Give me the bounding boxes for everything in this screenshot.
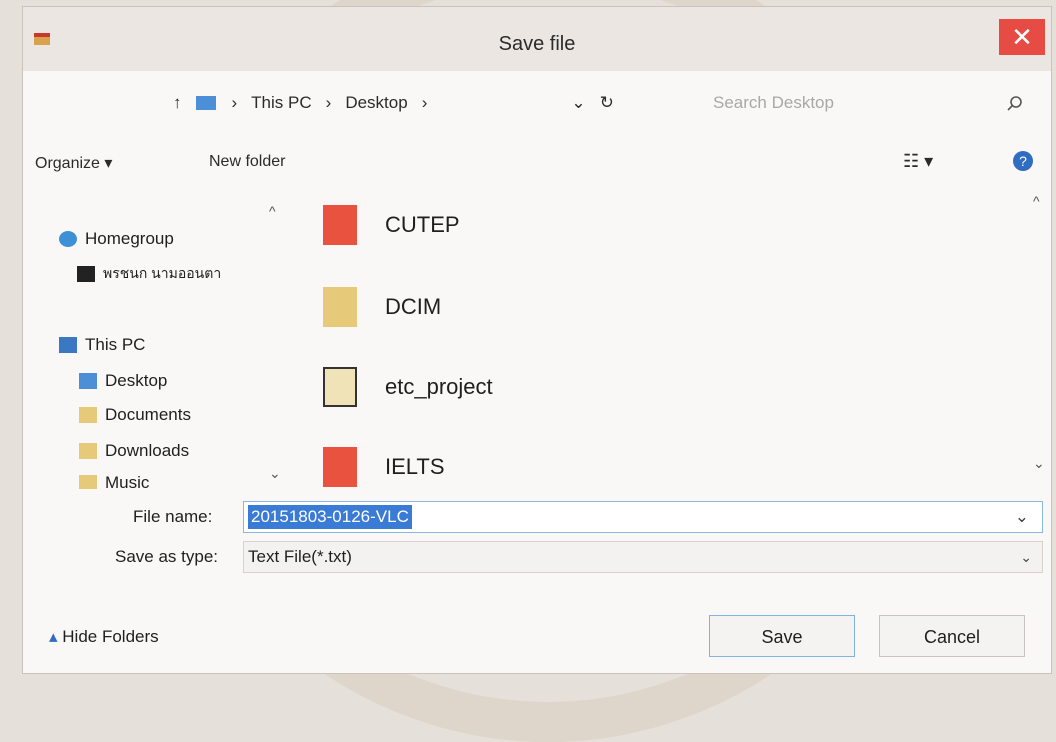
- nav-label: Music: [105, 473, 150, 489]
- close-button[interactable]: ✕: [999, 19, 1045, 55]
- help-icon[interactable]: ?: [1013, 151, 1033, 171]
- new-folder-button[interactable]: New folder: [209, 153, 285, 171]
- nav-label: Desktop: [105, 371, 168, 390]
- save-file-dialog: Save file ✕ ↑ › This PC › Desktop › ⌄ ↻ …: [22, 6, 1052, 674]
- nav-item-homegroup[interactable]: Homegroup: [59, 229, 174, 249]
- desktop-icon: [79, 373, 97, 389]
- file-list: CUTEP DCIM etc_project IELTS ^ ⌄: [323, 193, 1045, 493]
- list-item[interactable]: etc_project: [323, 367, 493, 407]
- hide-folders-button[interactable]: ▴ Hide Folders: [49, 627, 159, 647]
- nav-scroll-up-icon[interactable]: ^: [269, 203, 276, 219]
- nav-label: This PC: [85, 335, 146, 354]
- nav-label: Downloads: [105, 441, 190, 460]
- nav-item-music[interactable]: Music: [79, 473, 149, 489]
- cancel-button[interactable]: Cancel: [879, 615, 1025, 657]
- refresh-icon[interactable]: ↻: [600, 93, 614, 113]
- folder-icon: [323, 367, 357, 407]
- folder-icon: [323, 205, 357, 245]
- address-bar[interactable]: ↑ › This PC › Desktop › ⌄ ↻: [173, 83, 693, 123]
- pc-icon: [59, 337, 77, 353]
- dialog-title: Save file: [498, 33, 576, 55]
- list-item[interactable]: IELTS: [323, 447, 445, 487]
- file-name-field[interactable]: 20151803-0126-VLC ⌄: [243, 501, 1043, 533]
- music-icon: [79, 475, 97, 489]
- chevron-down-icon[interactable]: ⌄: [1020, 549, 1032, 566]
- save-as-type-select[interactable]: Text File(*.txt) ⌄: [243, 541, 1043, 573]
- list-item[interactable]: DCIM: [323, 287, 441, 327]
- save-button[interactable]: Save: [709, 615, 855, 657]
- breadcrumb-sep: ›: [325, 93, 332, 112]
- nav-item-desktop[interactable]: Desktop: [79, 371, 167, 391]
- search-box[interactable]: Search Desktop: [713, 83, 1023, 123]
- file-name: CUTEP: [385, 212, 460, 237]
- folder-icon: [323, 447, 357, 487]
- title-bar: Save file ✕: [23, 7, 1051, 71]
- downloads-icon: [79, 443, 97, 459]
- navigation-pane: Homegroup พรชนก นามออนตา This PC Desktop…: [23, 203, 283, 489]
- file-name-label: File name:: [133, 507, 213, 526]
- breadcrumb-this-pc[interactable]: This PC: [251, 93, 311, 113]
- nav-scroll-down-icon[interactable]: ⌄: [269, 465, 281, 482]
- hide-folders-label: Hide Folders: [62, 627, 159, 646]
- file-scroll-up-icon[interactable]: ^: [1033, 193, 1040, 209]
- nav-label: Homegroup: [85, 229, 174, 248]
- chevron-up-icon: ▴: [49, 627, 58, 646]
- file-name-value: 20151803-0126-VLC: [248, 505, 412, 529]
- list-item[interactable]: CUTEP: [323, 205, 460, 245]
- search-input[interactable]: Search Desktop: [713, 93, 834, 113]
- view-options-icon[interactable]: ☷ ▾: [903, 151, 933, 172]
- file-name: IELTS: [385, 454, 445, 479]
- nav-item-downloads[interactable]: Downloads: [79, 441, 189, 461]
- nav-label: Documents: [105, 405, 191, 424]
- nav-item-user[interactable]: พรชนก นามออนตา: [77, 263, 221, 285]
- breadcrumb-desktop[interactable]: Desktop: [345, 93, 407, 113]
- user-icon: [77, 266, 95, 282]
- save-as-type-label: Save as type:: [115, 547, 219, 566]
- file-name: etc_project: [385, 374, 493, 399]
- breadcrumb-sep: ›: [231, 93, 238, 112]
- up-arrow-icon[interactable]: ↑: [173, 93, 182, 113]
- file-scroll-down-icon[interactable]: ⌄: [1033, 455, 1045, 472]
- save-as-type-value: Text File(*.txt): [248, 547, 352, 566]
- nav-item-this-pc[interactable]: This PC: [59, 335, 145, 355]
- organize-button[interactable]: Organize ▾: [35, 153, 112, 173]
- breadcrumb-sep: ›: [421, 93, 428, 112]
- command-toolbar: Organize ▾ New folder ☷ ▾ ?: [23, 147, 1051, 181]
- search-icon[interactable]: [1007, 95, 1023, 111]
- folder-icon: [323, 287, 357, 327]
- nav-label: พรชนก นามออนตา: [103, 265, 222, 281]
- documents-icon: [79, 407, 97, 423]
- nav-item-documents[interactable]: Documents: [79, 405, 191, 425]
- pc-icon: [195, 96, 216, 110]
- homegroup-icon: [59, 231, 77, 247]
- chevron-down-icon[interactable]: ⌄: [1012, 505, 1032, 529]
- file-name: DCIM: [385, 294, 442, 319]
- chevron-down-icon[interactable]: ⌄: [571, 93, 585, 113]
